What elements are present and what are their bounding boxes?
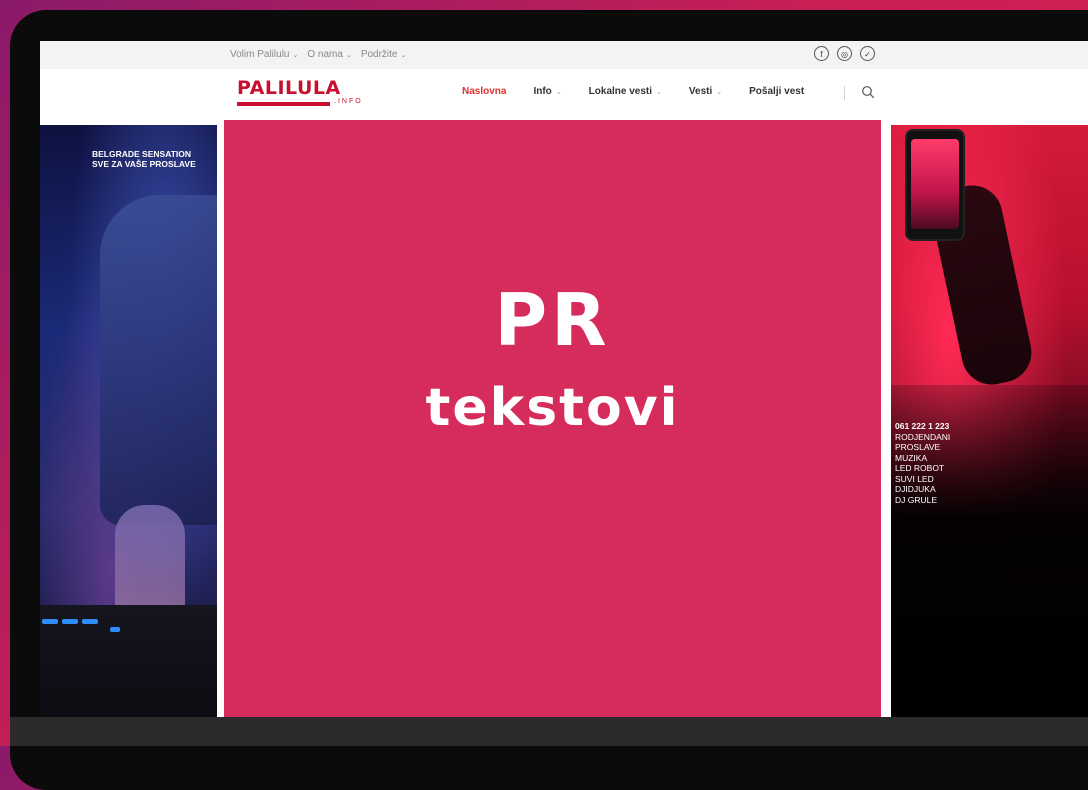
phone-image bbox=[905, 129, 965, 241]
deck-led bbox=[42, 619, 58, 624]
chevron-down-icon: ⌄ bbox=[716, 89, 723, 96]
site-logo[interactable]: PALILULA .INFO bbox=[237, 78, 367, 106]
logo-sub: .INFO bbox=[334, 98, 363, 105]
dj-decks bbox=[40, 605, 217, 717]
phone-screen bbox=[911, 139, 959, 229]
pr-subtitle: tekstovi bbox=[425, 378, 680, 438]
browser-screen: Volim Palilulu ⌄ O nama ⌄ Podržite ⌄ f ◎ ✓ … bbox=[40, 41, 1088, 717]
nav-item-vesti[interactable]: Vesti ⌄ bbox=[689, 86, 722, 97]
chevron-down-icon: ⌄ bbox=[656, 89, 662, 96]
top-menu-item-podrzite[interactable]: Podržite ⌄ bbox=[361, 49, 407, 60]
laptop-bottom-bezel bbox=[10, 717, 1088, 746]
main-nav: Naslovna Info ⌄ Lokalne vesti ⌄ Vesti ⌄ Poš… bbox=[462, 86, 831, 97]
ad-phone-number: 061 222 1 223 bbox=[895, 421, 950, 431]
chevron-down-icon: ⌄ bbox=[555, 89, 562, 96]
deck-led bbox=[110, 627, 120, 632]
logo-text: PALILULA bbox=[237, 77, 341, 99]
logo-bar bbox=[237, 101, 330, 106]
chevron-down-icon: ⌄ bbox=[345, 52, 352, 59]
deck-led bbox=[62, 619, 78, 624]
right-banner-ad[interactable]: 061 222 1 223 RODJENDANI PROSLAVE MUZIKA… bbox=[891, 125, 1088, 717]
nav-item-naslovna[interactable]: Naslovna bbox=[462, 86, 506, 97]
deck-led bbox=[82, 619, 98, 624]
site-header: PALILULA .INFO Naslovna Info ⌄ Lokalne ve… bbox=[40, 69, 1088, 123]
social-links: f ◎ ✓ bbox=[814, 46, 875, 61]
top-utility-bar: Volim Palilulu ⌄ O nama ⌄ Podržite ⌄ f ◎ ✓ bbox=[40, 41, 1088, 70]
pr-title: PR bbox=[494, 278, 611, 362]
nav-item-posalji-vest[interactable]: Pošalji vest bbox=[749, 86, 804, 97]
facebook-icon[interactable]: f bbox=[814, 46, 829, 61]
dj-figure bbox=[100, 195, 217, 525]
top-menu: Volim Palilulu ⌄ O nama ⌄ Podržite ⌄ bbox=[230, 49, 406, 60]
top-menu-item-o-nama[interactable]: O nama ⌄ bbox=[307, 49, 351, 60]
twitter-icon[interactable]: ✓ bbox=[860, 46, 875, 61]
chevron-down-icon: ⌄ bbox=[400, 52, 407, 59]
search-icon[interactable] bbox=[861, 85, 875, 99]
left-ad-title: BELGRADE SENSATION SVE ZA VAŠE PROSLAVE bbox=[92, 149, 196, 169]
chevron-down-icon: ⌄ bbox=[292, 52, 299, 59]
pr-banner: PR tekstovi bbox=[224, 120, 881, 717]
right-ad-text: 061 222 1 223 RODJENDANI PROSLAVE MUZIKA… bbox=[895, 421, 951, 505]
left-banner-ad[interactable]: BELGRADE SENSATION SVE ZA VAŠE PROSLAVE bbox=[40, 125, 217, 717]
instagram-icon[interactable]: ◎ bbox=[837, 46, 852, 61]
nav-item-info[interactable]: Info ⌄ bbox=[533, 86, 561, 97]
nav-divider bbox=[844, 86, 845, 100]
logo-underline: .INFO bbox=[237, 98, 367, 106]
nav-item-lokalne-vesti[interactable]: Lokalne vesti ⌄ bbox=[589, 86, 662, 97]
top-menu-item-volim-palilulu[interactable]: Volim Palilulu ⌄ bbox=[230, 49, 298, 60]
